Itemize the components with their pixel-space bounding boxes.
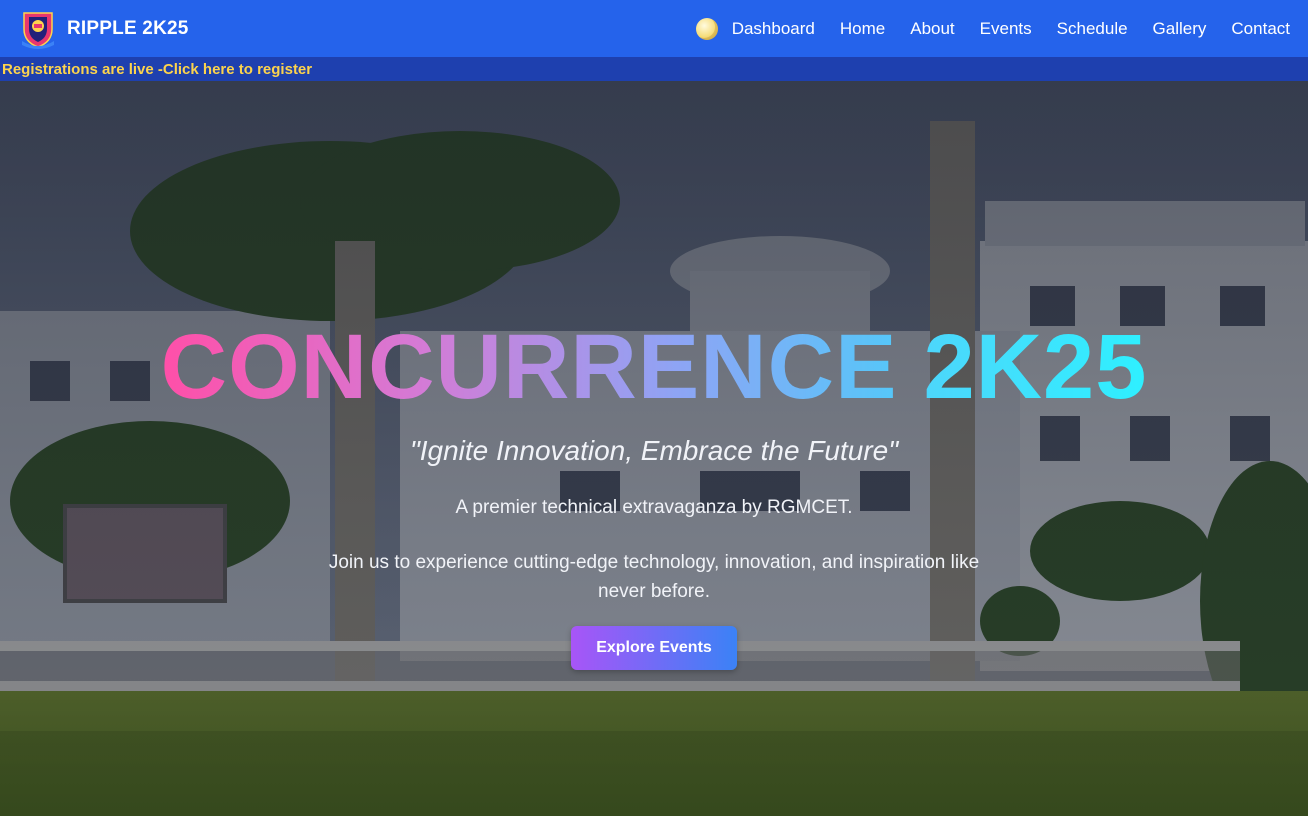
college-crest-icon <box>22 11 54 49</box>
hero-content: CONCURRENCE 2K25 "Ignite Innovation, Emb… <box>0 81 1308 816</box>
nav-link-gallery[interactable]: Gallery <box>1153 19 1207 39</box>
hero-description: Join us to experience cutting-edge techn… <box>328 552 980 602</box>
registration-ticker: Registrations are live -Click here to re… <box>0 57 1308 81</box>
nav-link-events[interactable]: Events <box>980 19 1032 39</box>
register-link[interactable]: Registrations are live -Click here to re… <box>2 61 312 78</box>
moon-icon[interactable] <box>695 17 718 40</box>
hero-section: CONCURRENCE 2K25 "Ignite Innovation, Emb… <box>0 81 1308 816</box>
brand-name: RIPPLE 2K25 <box>67 17 189 39</box>
brand[interactable]: RIPPLE 2K25 <box>20 9 189 49</box>
nav-link-schedule[interactable]: Schedule <box>1057 19 1128 39</box>
explore-events-button[interactable]: Explore Events <box>571 626 737 670</box>
hero-subtitle: A premier technical extravaganza by RGMC… <box>455 497 853 518</box>
top-navbar: RIPPLE 2K25 Dashboard Home About Events … <box>0 0 1308 57</box>
nav-link-contact[interactable]: Contact <box>1231 19 1290 39</box>
hero-title: CONCURRENCE 2K25 <box>0 317 1308 417</box>
nav-link-home[interactable]: Home <box>840 19 885 39</box>
nav-link-about[interactable]: About <box>910 19 954 39</box>
hero-title-main: CONCURRENCE <box>160 316 898 418</box>
hero-tagline: "Ignite Innovation, Embrace the Future" <box>409 435 899 466</box>
nav-menu: Dashboard Home About Events Schedule Gal… <box>695 17 1290 40</box>
nav-link-dashboard[interactable]: Dashboard <box>732 19 815 39</box>
hero-title-year: 2K25 <box>923 316 1148 418</box>
